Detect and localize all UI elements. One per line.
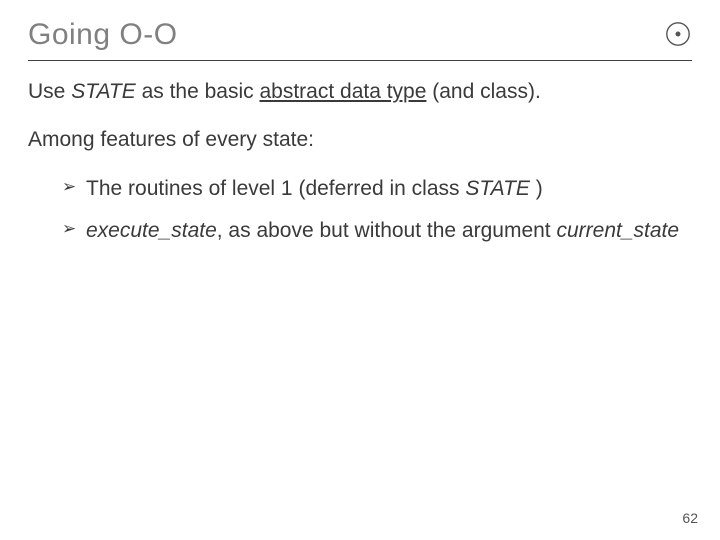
text: ): [536, 177, 543, 200]
logo-icon: [664, 20, 692, 48]
slide-body: Use STATE as the basic abstract data typ…: [28, 79, 692, 244]
keyword-current-state: current_state: [556, 219, 679, 242]
page-number: 62: [682, 510, 698, 526]
bullet-list: The routines of level 1 (deferred in cla…: [28, 176, 692, 245]
paragraph-1: Use STATE as the basic abstract data typ…: [28, 79, 692, 105]
underlined-term: abstract data type: [259, 80, 426, 103]
paragraph-2: Among features of every state:: [28, 127, 692, 153]
keyword-state: STATE: [465, 177, 535, 200]
text: (and class).: [426, 80, 540, 103]
slide-title: Going O-O: [28, 18, 178, 52]
slide: Going O-O Use STATE as the basic abstrac…: [0, 0, 720, 540]
keyword-state: STATE: [71, 80, 136, 103]
text: , as above but without the argument: [217, 219, 557, 242]
title-row: Going O-O: [28, 18, 692, 52]
list-item: execute_state, as above but without the …: [62, 218, 692, 244]
text: The routines of level 1 (deferred in cla…: [86, 177, 465, 200]
text: as the basic: [136, 80, 260, 103]
text: Use: [28, 80, 71, 103]
keyword-execute-state: execute_state: [86, 219, 217, 242]
list-item: The routines of level 1 (deferred in cla…: [62, 176, 692, 202]
title-rule: [28, 60, 692, 61]
